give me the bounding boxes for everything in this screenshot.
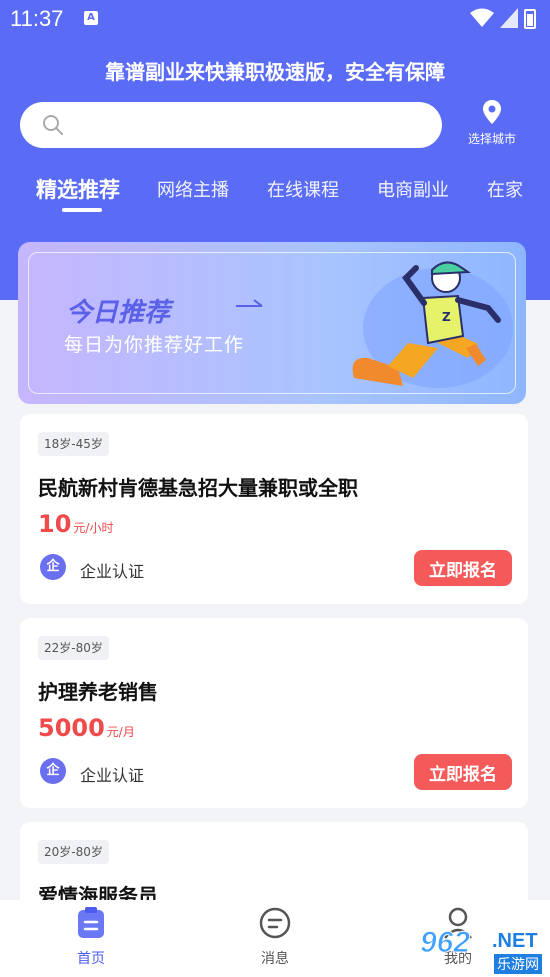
tab-ecommerce[interactable]: 电商副业 <box>377 176 449 202</box>
job-card[interactable]: 18岁-45岁 民航新村肯德基急招大量兼职或全职 10 元/小时 企 企业认证 立… <box>20 414 528 604</box>
job-card[interactable]: 20岁-80岁 爱情海服务员 <box>20 822 528 912</box>
svg-text:Z: Z <box>442 310 451 324</box>
banner-subtitle: 每日为你推荐好工作 <box>64 334 245 356</box>
salary-unit: 元/小时 <box>73 521 114 535</box>
tab-at-home[interactable]: 在家 <box>487 176 523 202</box>
status-bar: 11:37 A <box>0 0 550 38</box>
search-input[interactable] <box>78 112 418 138</box>
enterprise-verified-icon: 企 <box>40 554 66 580</box>
category-tabs: 精选推荐 网络主播 在线课程 电商副业 在家 <box>0 172 550 212</box>
wifi-icon <box>470 8 494 27</box>
tab-live-streaming[interactable]: 网络主播 <box>157 176 229 202</box>
clipboard-icon <box>78 907 104 938</box>
nav-label-home: 首页 <box>77 951 105 967</box>
recommend-banner[interactable]: 今日推荐 每日为你推荐好工作 Z <box>18 242 526 404</box>
verification-label: 企业认证 <box>80 766 145 785</box>
nav-home[interactable]: 首页 <box>41 906 141 968</box>
age-range-tag: 18岁-45岁 <box>38 432 109 456</box>
battery-icon <box>524 9 536 29</box>
nav-messages[interactable]: 消息 <box>225 906 325 968</box>
tab-featured[interactable]: 精选推荐 <box>36 174 120 204</box>
site-watermark: 962 .NET 乐游网 <box>414 926 546 974</box>
app-title: 靠谱副业来快兼职极速版，安全有保障 <box>105 60 445 84</box>
job-title: 民航新村肯德基急招大量兼职或全职 <box>38 476 358 500</box>
city-label: 选择城市 <box>467 132 516 146</box>
apply-button[interactable]: 立即报名 <box>414 550 512 586</box>
search-bar[interactable] <box>20 102 442 148</box>
nav-label-messages: 消息 <box>261 951 289 967</box>
watermark-number: 962 <box>419 926 471 960</box>
job-card[interactable]: 22岁-80岁 护理养老销售 5000 元/月 企 企业认证 立即报名 <box>20 618 528 808</box>
message-icon <box>259 907 291 939</box>
enterprise-verified-icon: 企 <box>40 758 66 784</box>
salary: 10 元/小时 <box>38 510 113 538</box>
salary-amount: 10 <box>38 510 72 538</box>
arrow-right-icon <box>236 299 263 307</box>
running-person-illustration: Z <box>352 261 513 388</box>
tab-underline <box>62 208 102 212</box>
watermark-site-name: 乐游网 <box>494 954 542 974</box>
salary: 5000 元/月 <box>38 714 135 742</box>
verification-label: 企业认证 <box>80 562 145 581</box>
apply-button[interactable]: 立即报名 <box>414 754 512 790</box>
signal-icon <box>500 8 518 28</box>
notification-icon: A <box>84 11 98 25</box>
age-range-tag: 22岁-80岁 <box>38 636 109 660</box>
job-title: 护理养老销售 <box>38 680 158 704</box>
banner-title: 今日推荐 <box>66 298 171 328</box>
status-time: 11:37 <box>10 6 64 31</box>
search-icon <box>43 115 63 135</box>
age-range-tag: 20岁-80岁 <box>38 840 109 864</box>
watermark-net: .NET <box>492 930 538 952</box>
city-picker[interactable]: 选择城市 <box>460 100 524 150</box>
salary-unit: 元/月 <box>106 725 135 739</box>
tab-online-course[interactable]: 在线课程 <box>267 176 339 202</box>
salary-amount: 5000 <box>38 714 105 742</box>
location-pin-icon <box>483 100 501 124</box>
